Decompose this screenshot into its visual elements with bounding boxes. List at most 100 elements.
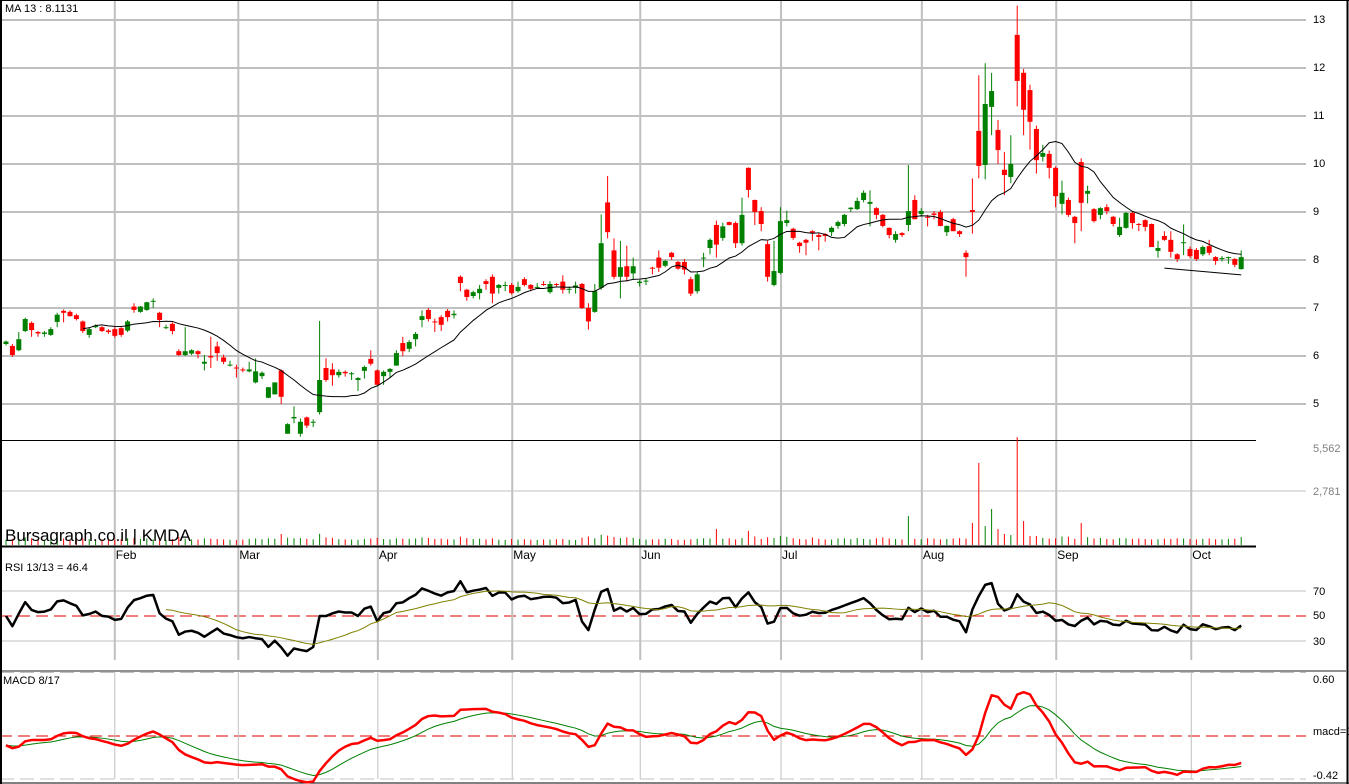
candle-up — [291, 416, 297, 419]
candle-up — [630, 266, 636, 274]
candle-up — [643, 280, 649, 282]
candle-down — [963, 252, 969, 258]
candle-down — [1142, 220, 1148, 227]
price-tick-8: 8 — [1313, 254, 1320, 266]
candle-up — [1225, 257, 1231, 259]
candle-up — [16, 339, 22, 351]
price-tick-10: 10 — [1313, 158, 1326, 170]
candle-down — [1187, 248, 1193, 257]
candle-down — [73, 315, 79, 320]
candle-up — [413, 333, 419, 340]
candle-down — [585, 308, 591, 322]
candle-down — [400, 343, 406, 352]
candle-up — [1219, 258, 1225, 260]
candle-up — [854, 200, 860, 210]
candle-up — [982, 104, 988, 165]
candle-down — [1014, 34, 1020, 81]
candle-down — [157, 312, 163, 320]
candle-up — [1238, 257, 1244, 270]
volume-tick-max: 5,562 — [1313, 443, 1341, 455]
candle-down — [553, 284, 559, 285]
candle-down — [489, 276, 495, 294]
candle-up — [739, 214, 745, 244]
candle-up — [918, 211, 924, 214]
candle-down — [995, 129, 1001, 151]
candle-up — [150, 300, 156, 302]
candle-up — [944, 225, 950, 233]
candle-up — [1181, 242, 1187, 244]
candle-down — [483, 281, 489, 284]
candle-down — [329, 369, 335, 376]
month-label-aug: Aug — [922, 548, 945, 562]
watermark: Bursagraph.co.il | KMDA — [5, 526, 191, 545]
candle-up — [470, 292, 476, 296]
candle-down — [886, 227, 892, 236]
stock-chart — [0, 0, 1349, 784]
candle-down — [733, 223, 739, 244]
candle-down — [931, 213, 937, 215]
background — [0, 0, 1349, 784]
candle-down — [368, 358, 374, 364]
candle-up — [86, 329, 92, 335]
macd-label: MACD 8/17 — [3, 675, 60, 687]
candle-down — [240, 369, 246, 371]
candle-up — [592, 291, 598, 312]
candle-up — [477, 288, 483, 294]
candle-up — [835, 222, 841, 226]
candle-down — [278, 370, 284, 397]
macd-tick-bottom: -0.42 — [1313, 770, 1339, 782]
candle-down — [803, 239, 809, 243]
candle-down — [649, 267, 655, 269]
candle-down — [118, 328, 124, 335]
candle-up — [867, 201, 873, 204]
candle-up — [893, 234, 899, 240]
candle-down — [342, 371, 348, 374]
candle-down — [1193, 249, 1199, 260]
candle-down — [899, 233, 905, 236]
candle-up — [777, 221, 783, 273]
month-label-apr: Apr — [378, 548, 398, 562]
candle-down — [873, 208, 879, 215]
candle-up — [502, 284, 508, 286]
candle-down — [99, 327, 105, 332]
candle-up — [829, 227, 835, 233]
candle-down — [1213, 257, 1219, 261]
candle-down — [1110, 216, 1116, 224]
candle-up — [566, 288, 572, 290]
candle-up — [163, 327, 169, 329]
candle-up — [1155, 248, 1161, 251]
candle-down — [304, 417, 310, 426]
candle-down — [112, 329, 118, 336]
candle-up — [182, 351, 188, 356]
candle-up — [989, 91, 995, 107]
candle-up — [707, 239, 713, 248]
candle-down — [816, 235, 822, 237]
volume-tick-mid: 2,781 — [1313, 486, 1341, 498]
candle-up — [406, 342, 412, 349]
candle-down — [432, 321, 438, 323]
candle-up — [771, 271, 777, 285]
candle-down — [797, 242, 803, 247]
candle-up — [534, 286, 540, 288]
candle-up — [1097, 208, 1103, 215]
candle-down — [1072, 216, 1078, 224]
candle-down — [1136, 224, 1142, 225]
price-tick-9: 9 — [1313, 206, 1320, 218]
candle-down — [611, 250, 617, 277]
candle-down — [1027, 90, 1033, 122]
candle-down — [1091, 209, 1097, 222]
candle-down — [323, 368, 329, 380]
candle-down — [445, 310, 451, 318]
candle-up — [1085, 190, 1091, 194]
candle-up — [349, 373, 355, 375]
candle-up — [1117, 226, 1123, 236]
candle-down — [233, 367, 239, 369]
candle-down — [1046, 153, 1052, 168]
candle-up — [3, 341, 9, 344]
candle-up — [265, 387, 271, 398]
month-label-may: May — [513, 548, 536, 562]
candle-up — [848, 207, 854, 210]
price-tick-13: 13 — [1313, 14, 1326, 26]
candle-down — [9, 345, 15, 356]
candle-down — [1206, 246, 1212, 253]
